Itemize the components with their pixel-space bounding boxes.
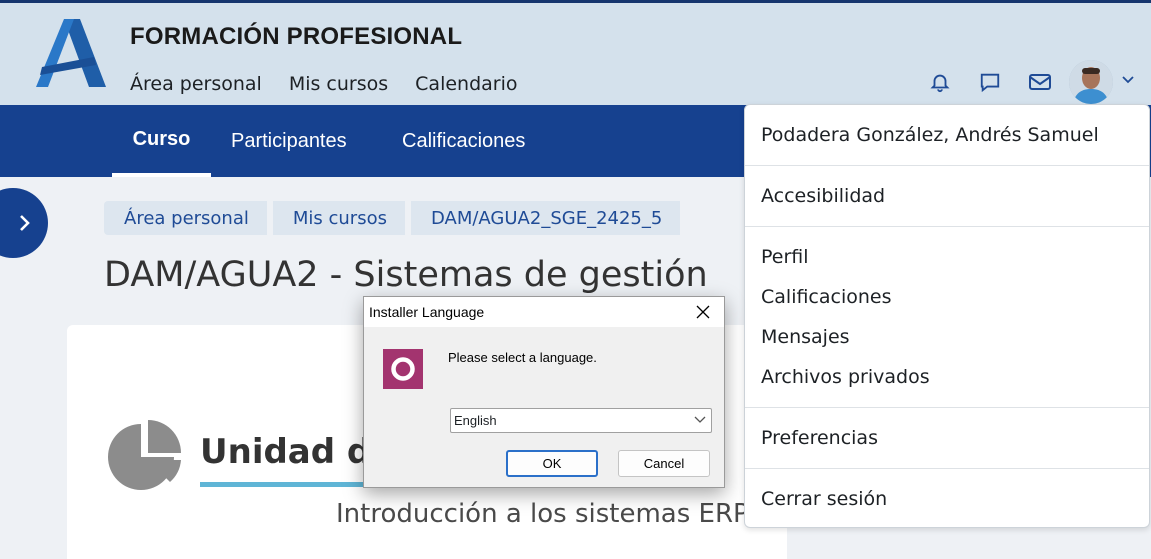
menu-profile[interactable]: Perfil <box>761 246 809 268</box>
mail-envelope-icon[interactable] <box>1025 67 1055 97</box>
tab-participantes[interactable]: Participantes <box>231 105 347 177</box>
menu-private-files[interactable]: Archivos privados <box>761 366 930 388</box>
user-avatar[interactable] <box>1069 60 1113 104</box>
messages-chat-icon[interactable] <box>975 67 1005 97</box>
nav-calendario[interactable]: Calendario <box>415 73 517 95</box>
nav-area-personal[interactable]: Área personal <box>130 73 262 95</box>
section-subtitle: Introducción a los sistemas ERP <box>336 499 749 529</box>
tab-calificaciones[interactable]: Calificaciones <box>402 105 525 177</box>
language-select-value: English <box>454 413 497 428</box>
menu-divider <box>745 468 1149 469</box>
breadcrumb-area-personal[interactable]: Área personal <box>104 201 267 235</box>
menu-user-name[interactable]: Podadera González, Andrés Samuel <box>761 124 1099 146</box>
chevron-down-icon <box>694 416 706 423</box>
tab-curso[interactable]: Curso <box>112 105 211 177</box>
breadcrumb-course[interactable]: DAM/AGUA2_SGE_2425_5 <box>410 201 681 235</box>
site-title[interactable]: FORMACIÓN PROFESIONAL <box>130 23 462 51</box>
menu-grades[interactable]: Calificaciones <box>761 286 892 308</box>
menu-logout[interactable]: Cerrar sesión <box>761 488 887 510</box>
site-header: FORMACIÓN PROFESIONAL Área personal Mis … <box>0 0 1151 105</box>
language-select[interactable]: English <box>450 408 712 433</box>
chevron-down-icon[interactable] <box>1121 75 1135 85</box>
menu-divider <box>745 226 1149 227</box>
dialog-close-button[interactable] <box>689 301 717 323</box>
open-course-index-button[interactable] <box>0 188 48 258</box>
nav-mis-cursos[interactable]: Mis cursos <box>289 73 388 95</box>
pie-chart-icon <box>108 420 181 490</box>
installer-language-dialog: Installer Language Please select a langu… <box>363 296 725 488</box>
close-icon <box>696 305 710 319</box>
andalucia-logo[interactable] <box>34 17 110 89</box>
menu-accessibility[interactable]: Accesibilidad <box>761 185 885 207</box>
menu-messages[interactable]: Mensajes <box>761 326 850 348</box>
page-title: DAM/AGUA2 - Sistemas de gestión <box>104 255 708 295</box>
menu-divider <box>745 407 1149 408</box>
primary-nav: Área personal Mis cursos Calendario <box>130 73 518 95</box>
menu-preferences[interactable]: Preferencias <box>761 427 878 449</box>
notifications-bell-icon[interactable] <box>925 67 955 97</box>
cancel-button[interactable]: Cancel <box>618 450 710 477</box>
dialog-message: Please select a language. <box>448 350 597 365</box>
breadcrumb: Área personal Mis cursos DAM/AGUA2_SGE_2… <box>104 201 686 235</box>
menu-divider <box>745 165 1149 166</box>
installer-app-icon <box>383 349 423 389</box>
chevron-right-icon <box>20 215 30 231</box>
user-menu-dropdown: Podadera González, Andrés Samuel Accesib… <box>744 104 1150 528</box>
breadcrumb-mis-cursos[interactable]: Mis cursos <box>272 201 405 235</box>
header-icons <box>925 67 1075 97</box>
dialog-title: Installer Language <box>369 304 485 320</box>
ok-button[interactable]: OK <box>506 450 598 477</box>
dialog-titlebar[interactable]: Installer Language <box>364 297 724 327</box>
